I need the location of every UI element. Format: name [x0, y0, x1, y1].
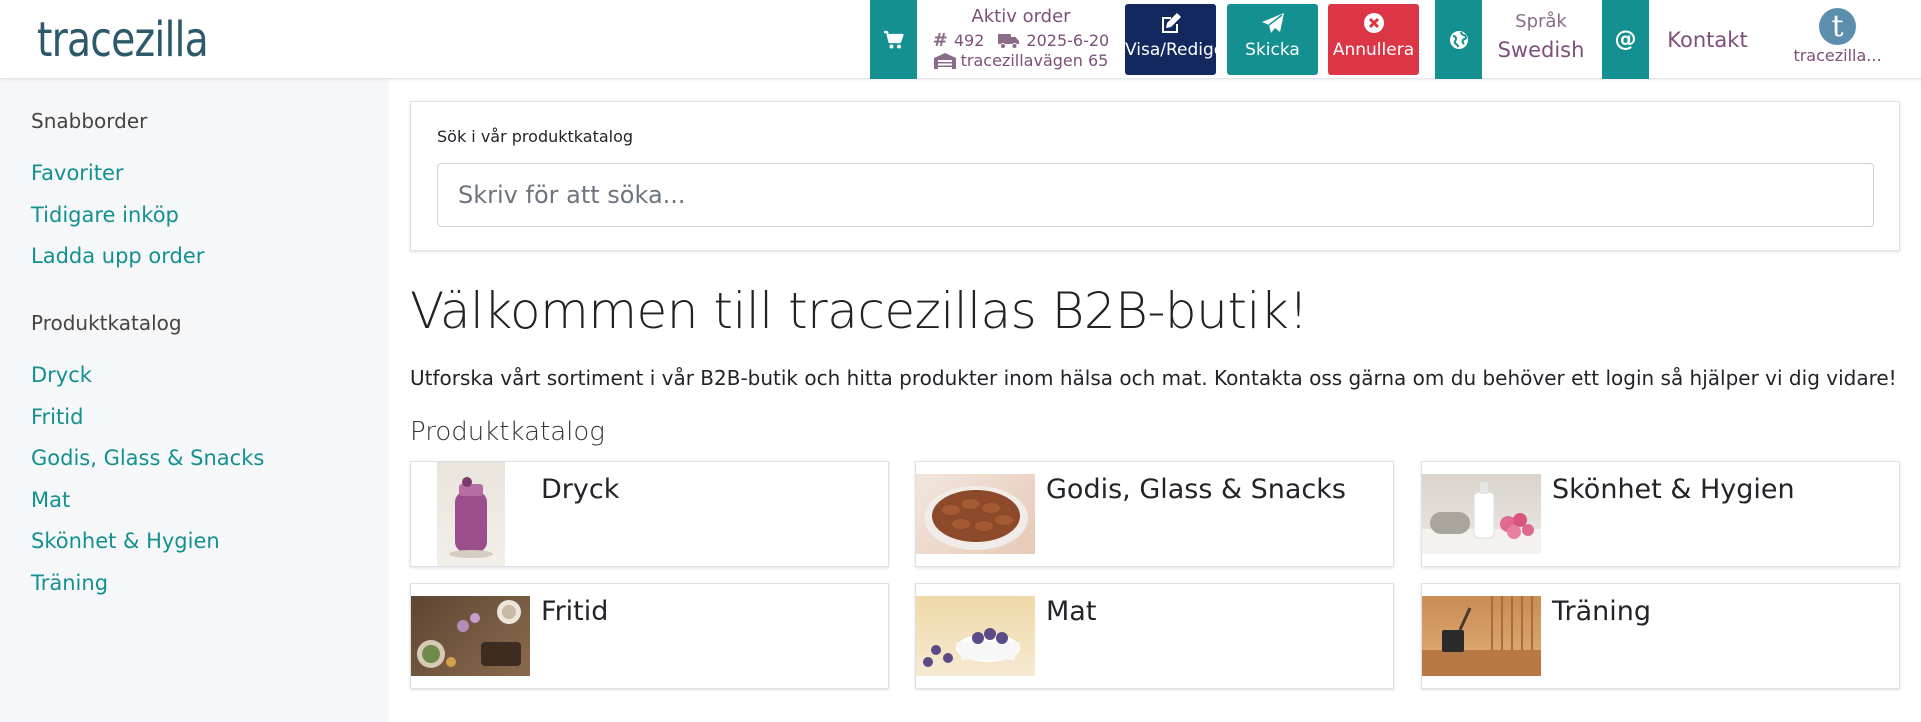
- category-image-fritid: [411, 596, 530, 676]
- category-image-skonhet: [1422, 474, 1541, 554]
- sidebar-item-dryck[interactable]: Dryck: [31, 363, 92, 387]
- order-date: 2025-6-20: [1026, 31, 1110, 50]
- warehouse-icon: [933, 52, 956, 69]
- almonds-illustration: [924, 486, 1028, 550]
- smoothie-illustration: [449, 477, 493, 558]
- cancel-order-button[interactable]: Annullera: [1328, 4, 1419, 75]
- sidebar-item-godis[interactable]: Godis, Glass & Snacks: [31, 446, 264, 470]
- category-image-traning: [1422, 596, 1541, 676]
- hash-icon: #: [932, 30, 948, 51]
- berries-illustration: [923, 628, 1020, 667]
- picnic-illustration: [417, 600, 521, 668]
- user-name: tracezilla...: [1793, 46, 1882, 65]
- category-card-skonhet[interactable]: Skönhet & Hygien: [1421, 461, 1900, 567]
- language-selector[interactable]: Språk Swedish: [1482, 0, 1600, 79]
- top-header: tracezilla Aktiv order # 492 2025-6-20 t…: [0, 0, 1921, 79]
- at-icon: @: [1614, 27, 1637, 52]
- category-image-mat: [916, 596, 1035, 676]
- logo[interactable]: tracezilla: [37, 10, 209, 70]
- cancel-order-label: Annullera: [1332, 40, 1415, 60]
- category-card-dryck[interactable]: Dryck: [410, 461, 889, 567]
- avatar: t: [1819, 8, 1856, 45]
- sauna-illustration: [1422, 596, 1541, 676]
- cart-icon: [883, 30, 904, 48]
- category-name-skonhet: Skönhet & Hygien: [1552, 474, 1795, 505]
- contact-icon-button[interactable]: @: [1602, 0, 1649, 79]
- edit-icon: [1161, 13, 1181, 33]
- sidebar-item-fritid[interactable]: Fritid: [31, 405, 83, 429]
- spa-illustration: [1422, 482, 1541, 554]
- sidebar-item-ladda-upp-order[interactable]: Ladda upp order: [31, 244, 204, 268]
- sidebar-item-tidigare-inkop[interactable]: Tidigare inköp: [31, 203, 179, 227]
- send-order-button[interactable]: Skicka: [1227, 4, 1318, 75]
- intro-text: Utforska vårt sortiment i vår B2B-butik …: [410, 366, 1897, 390]
- sidebar-heading-catalog: Produktkatalog: [31, 311, 182, 335]
- category-name-traning: Träning: [1552, 596, 1652, 627]
- category-name-mat: Mat: [1046, 596, 1097, 627]
- order-address: tracezillavägen 65: [960, 51, 1109, 70]
- edit-order-label: Visa/Redigera: [1125, 40, 1216, 60]
- sidebar-item-skonhet[interactable]: Skönhet & Hygien: [31, 529, 220, 553]
- sidebar-item-mat[interactable]: Mat: [31, 488, 70, 512]
- category-card-fritid[interactable]: Fritid: [410, 583, 889, 689]
- user-menu[interactable]: t tracezilla...: [1780, 0, 1895, 79]
- category-name-dryck: Dryck: [541, 474, 620, 505]
- sidebar-item-traning[interactable]: Träning: [31, 571, 108, 595]
- edit-order-button[interactable]: Visa/Redigera: [1125, 4, 1216, 75]
- search-label: Sök i vår produktkatalog: [437, 127, 634, 146]
- globe-icon: [1449, 30, 1468, 49]
- category-card-godis[interactable]: Godis, Glass & Snacks: [915, 461, 1394, 567]
- language-value: Swedish: [1497, 38, 1585, 62]
- active-order-title: Aktiv order: [971, 6, 1071, 27]
- category-image-godis: [916, 474, 1035, 554]
- cancel-icon: [1363, 13, 1384, 33]
- category-image-dryck: [437, 462, 505, 566]
- active-order-info[interactable]: Aktiv order # 492 2025-6-20 tracezillavä…: [917, 0, 1125, 79]
- category-card-traning[interactable]: Träning: [1421, 583, 1900, 689]
- sidebar-heading-quick-order: Snabborder: [31, 109, 148, 133]
- search-card: Sök i vår produktkatalog: [410, 101, 1900, 251]
- language-button[interactable]: [1435, 0, 1482, 79]
- catalog-section-title: Produktkatalog: [410, 417, 605, 447]
- cart-button[interactable]: [870, 0, 917, 79]
- truck-icon: [998, 33, 1020, 49]
- search-input[interactable]: [437, 163, 1874, 227]
- category-name-godis: Godis, Glass & Snacks: [1046, 474, 1346, 505]
- category-card-mat[interactable]: Mat: [915, 583, 1394, 689]
- page-title: Välkommen till tracezillas B2B-butik!: [410, 282, 1308, 340]
- send-icon: [1261, 13, 1284, 33]
- send-order-label: Skicka: [1245, 40, 1300, 60]
- language-label: Språk: [1515, 11, 1567, 32]
- contact-link[interactable]: Kontakt: [1649, 0, 1766, 79]
- sidebar-item-favoriter[interactable]: Favoriter: [31, 161, 124, 185]
- order-number: 492: [953, 31, 985, 50]
- category-name-fritid: Fritid: [541, 596, 609, 627]
- sidebar: Snabborder Favoriter Tidigare inköp Ladd…: [0, 79, 389, 722]
